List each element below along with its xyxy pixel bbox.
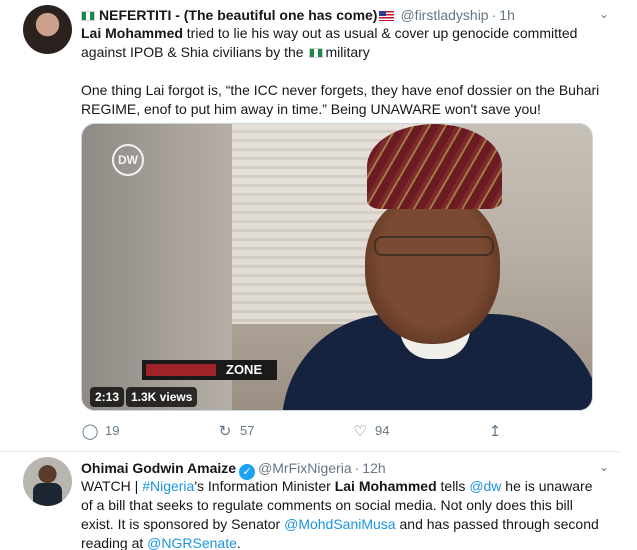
bold-name: Lai Mohammed [81,25,183,41]
share-icon: ↥ [488,423,502,440]
like-count: 94 [375,423,390,438]
text-segment: . [236,535,241,550]
timeline-feed: NEFERTITI - (The beautiful one has come)… [0,0,637,550]
text-segment: tells [436,478,470,494]
bold-name: Lai Mohammed [334,478,437,494]
tweet[interactable]: Ohimai Godwin Amaize ✓ @MrFixNigeria · 12h ⌄… [0,453,620,550]
tweet[interactable]: NEFERTITI - (The beautiful one has come)… [0,0,620,452]
tweet-header: Ohimai Godwin Amaize ✓ @MrFixNigeria · 12h [81,459,386,480]
retweet-button[interactable]: ↻ 57 [216,421,255,441]
timestamp[interactable]: 12h [362,460,385,476]
chevron-down-icon[interactable]: ⌄ [596,459,612,475]
video-player[interactable]: DW ZONE 2:13 1.3K views [81,123,593,411]
nigeria-flag-icon [81,11,95,21]
like-button[interactable]: ♡ 94 [351,421,389,441]
reply-icon: ◯ [81,423,99,440]
retweet-count: 57 [240,423,255,438]
user-handle[interactable]: @firstladyship [400,7,488,23]
video-duration: 2:13 [90,387,125,407]
mention-link[interactable]: @MohdSaniMusa [284,516,396,532]
nigeria-flag-icon [309,48,324,58]
video-subject-face [365,194,500,344]
avatar[interactable] [23,457,72,506]
us-flag-icon [379,11,395,21]
display-name[interactable]: NEFERTITI - (The beautiful one has come) [99,7,377,23]
text-segment: military [325,44,370,60]
avatar[interactable] [23,5,72,54]
dw-logo-icon: DW [112,144,144,176]
video-subject-glasses [374,236,494,256]
video-view-count: 1.3K views [126,387,198,407]
chevron-down-icon[interactable]: ⌄ [596,6,612,22]
banner-text: ZONE [226,362,263,377]
share-button[interactable]: ↥ [486,421,504,441]
mention-link[interactable]: @NGRSenate [147,535,237,550]
tweet-header: NEFERTITI - (The beautiful one has come)… [81,6,515,24]
reply-count: 19 [105,423,120,438]
video-subject-cap [367,124,502,209]
tweet-text: Lai Mohammed tried to lie his way out as… [81,24,601,119]
reply-button[interactable]: ◯ 19 [81,421,120,441]
hashtag-link[interactable]: #Nigeria [142,478,194,494]
avatar-suit [33,483,62,506]
tweet-paragraph: One thing Lai forgot is, “the ICC never … [81,82,600,117]
heart-icon: ♡ [353,423,367,440]
text-segment: WATCH | [81,478,143,494]
tweet-paragraph: Lai Mohammed tried to lie his way out as… [81,24,601,62]
show-banner: ZONE [142,360,277,380]
user-handle[interactable]: @MrFixNigeria [258,460,352,476]
separator-dot: · [354,460,360,476]
tweet-actions: ◯ 19 ↻ 57 ♡ 94 ↥ [81,421,601,441]
display-name[interactable]: Ohimai Godwin Amaize [81,460,236,476]
tweet-text: WATCH | #Nigeria's Information Minister … [81,477,601,550]
separator-dot: · [491,7,497,23]
text-segment: 's Information Minister [194,478,335,494]
retweet-icon: ↻ [218,423,232,440]
mention-link[interactable]: @dw [469,478,501,494]
timestamp[interactable]: 1h [499,7,515,23]
